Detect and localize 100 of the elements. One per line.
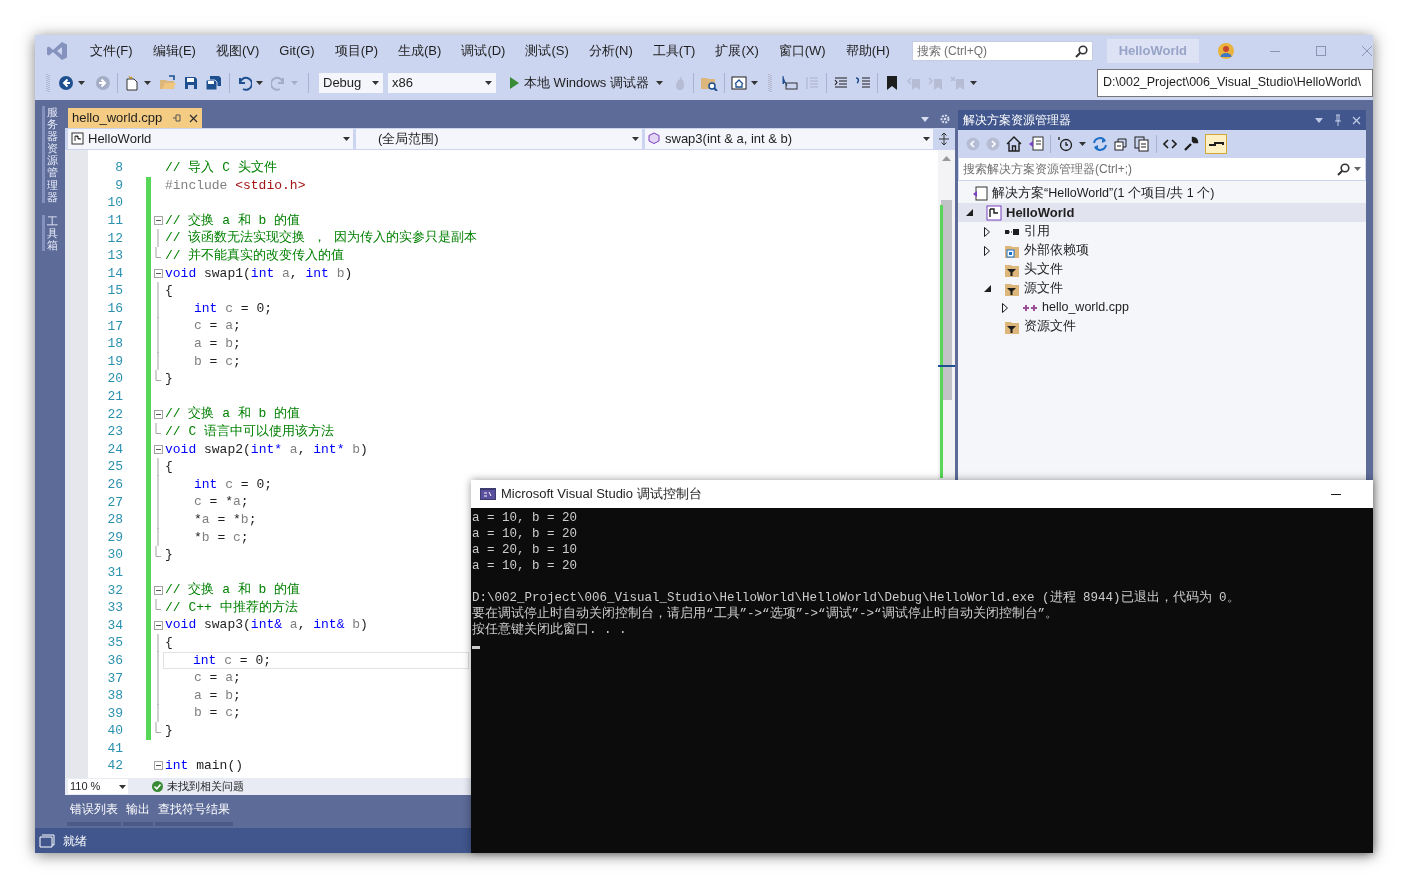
fold-toggle-icon[interactable] (153, 268, 163, 278)
preview-toggle-icon[interactable] (1205, 133, 1227, 154)
tree-item[interactable]: 资源文件 (958, 317, 1366, 336)
gear-icon[interactable] (939, 113, 951, 125)
fold-toggle-icon[interactable] (153, 585, 163, 595)
fold-toggle-icon[interactable] (153, 409, 163, 419)
tree-item[interactable]: hello_world.cpp (958, 298, 1366, 317)
indent-icon[interactable] (832, 74, 849, 91)
line-number: 16 (107, 302, 123, 316)
code-line: // 该函数无法实现交换 ， 因为传入的实参只是副本 (165, 229, 477, 247)
side-tab[interactable]: 服务器资源管理器 (42, 106, 58, 203)
line-number: 14 (107, 266, 123, 280)
menu-item[interactable]: 测试(S) (515, 41, 579, 61)
tree-item[interactable]: 外部依赖项 (958, 241, 1366, 260)
pin-icon[interactable] (172, 113, 183, 123)
member-dropdown[interactable]: swap3(int & a, int & b) (645, 128, 933, 149)
editor-tab[interactable]: hello_world.cpp (68, 108, 203, 128)
window-title: Microsoft Visual Studio 调试控制台 (501, 485, 703, 504)
platform-dropdown[interactable]: x86 (387, 71, 497, 94)
start-debugging-button[interactable]: 本地 Windows 调试器 (505, 71, 652, 94)
pin-icon[interactable] (1333, 114, 1343, 126)
scope-dropdown[interactable]: (全局范围) (356, 128, 642, 149)
tree-item[interactable]: 解决方案“HelloWorld”(1 个项目/共 1 个) (958, 184, 1366, 203)
collapsed-arrow-icon[interactable] (984, 245, 990, 256)
collapsed-arrow-icon[interactable] (1002, 302, 1008, 313)
console-line: a = 20, b = 10 (472, 542, 578, 558)
dropdown-icon[interactable] (1315, 117, 1323, 123)
side-tab[interactable]: 工具箱 (42, 214, 58, 252)
project-dropdown[interactable]: HelloWorld (68, 128, 353, 149)
fold-toggle-icon[interactable] (153, 620, 163, 630)
menu-item[interactable]: 文件(F) (80, 41, 143, 61)
caret-icon[interactable] (1079, 141, 1086, 146)
bookmark-icon[interactable] (885, 74, 898, 91)
tree-item[interactable]: 引用 (958, 222, 1366, 241)
caret-icon (119, 784, 126, 789)
line-number: 18 (107, 337, 123, 351)
menu-item[interactable]: 生成(B) (388, 41, 452, 61)
fold-toggle-icon[interactable] (153, 761, 163, 771)
menu-item[interactable]: 帮助(H) (835, 41, 900, 61)
search-field[interactable]: 搜索 (Ctrl+Q) (911, 41, 1093, 61)
line-number: 26 (107, 478, 123, 491)
menu-item[interactable]: 窗口(W) (768, 41, 836, 61)
open-folder-icon[interactable] (159, 74, 177, 91)
menu-item[interactable]: 扩展(X) (705, 41, 769, 61)
sync-icon[interactable] (1092, 135, 1108, 152)
tree-item[interactable]: 源文件 (958, 279, 1366, 298)
expanded-arrow-icon[interactable] (966, 209, 973, 216)
fold-toggle-icon[interactable] (153, 216, 163, 226)
save-all-icon[interactable] (205, 74, 223, 91)
caret-icon[interactable] (750, 80, 758, 85)
menu-item[interactable]: 工具(T) (642, 41, 706, 61)
wrench-icon[interactable] (1183, 135, 1199, 152)
browser-home-icon[interactable] (730, 74, 747, 91)
history-icon[interactable] (1057, 135, 1073, 152)
search-icon (1337, 162, 1350, 176)
configuration-dropdown[interactable]: Debug (318, 71, 384, 94)
caret-icon[interactable] (78, 80, 85, 85)
console-line: 按任意键关闭此窗口. . . (472, 622, 627, 638)
home-icon[interactable] (1006, 135, 1022, 152)
caret-icon[interactable] (144, 80, 151, 85)
project-icon (986, 204, 1002, 221)
solution-icon[interactable] (1028, 135, 1044, 152)
code-line: } (165, 546, 173, 564)
line-number: 8 (115, 161, 123, 175)
caret-icon[interactable] (969, 80, 977, 85)
grip-icon (46, 72, 50, 93)
undo-icon[interactable] (236, 74, 252, 91)
menu-item[interactable]: 项目(P) (324, 41, 389, 61)
caret-icon[interactable] (256, 80, 263, 85)
collapsed-arrow-icon[interactable] (984, 226, 990, 237)
expanded-arrow-icon[interactable] (984, 285, 991, 292)
split-icon[interactable] (938, 131, 950, 146)
line-number: 19 (107, 354, 123, 368)
comment-lines-icon[interactable] (854, 74, 871, 91)
code-icon[interactable] (1163, 136, 1177, 151)
tree-item[interactable]: 头文件 (958, 260, 1366, 279)
avatar-icon[interactable] (1217, 42, 1235, 60)
collapse-all-icon[interactable] (1114, 136, 1128, 151)
project-icon (71, 132, 84, 145)
copy-pages-icon[interactable] (1134, 135, 1150, 152)
close-icon[interactable] (189, 113, 199, 123)
menu-item[interactable]: Git(G) (269, 41, 325, 61)
caret-icon[interactable] (655, 80, 663, 85)
step-icon[interactable] (779, 74, 798, 91)
dropdown-icon[interactable] (921, 117, 929, 122)
code-line: void swap1(int a, int b) (165, 264, 353, 283)
zoom-dropdown[interactable]: 110 % (68, 779, 128, 794)
menu-item[interactable]: 视图(V) (205, 41, 270, 61)
new-item-icon[interactable] (124, 74, 140, 91)
menu-item[interactable]: 分析(N) (578, 41, 643, 61)
menu-item[interactable]: 调试(D) (451, 41, 516, 61)
issues-status: 未找到相关问题 (167, 779, 244, 795)
tree-item[interactable]: HelloWorld (958, 203, 1366, 222)
search-field[interactable]: 搜索解决方案资源管理器(Ctrl+;) (958, 157, 1366, 181)
code-line: // C 语言中可以使用该方法 (165, 422, 334, 441)
save-icon[interactable] (183, 74, 199, 91)
menu-item[interactable]: 编辑(E) (142, 41, 206, 61)
back-icon[interactable] (58, 74, 74, 91)
console-line: a = 10, b = 20 (472, 558, 578, 574)
fold-toggle-icon[interactable] (153, 444, 163, 454)
